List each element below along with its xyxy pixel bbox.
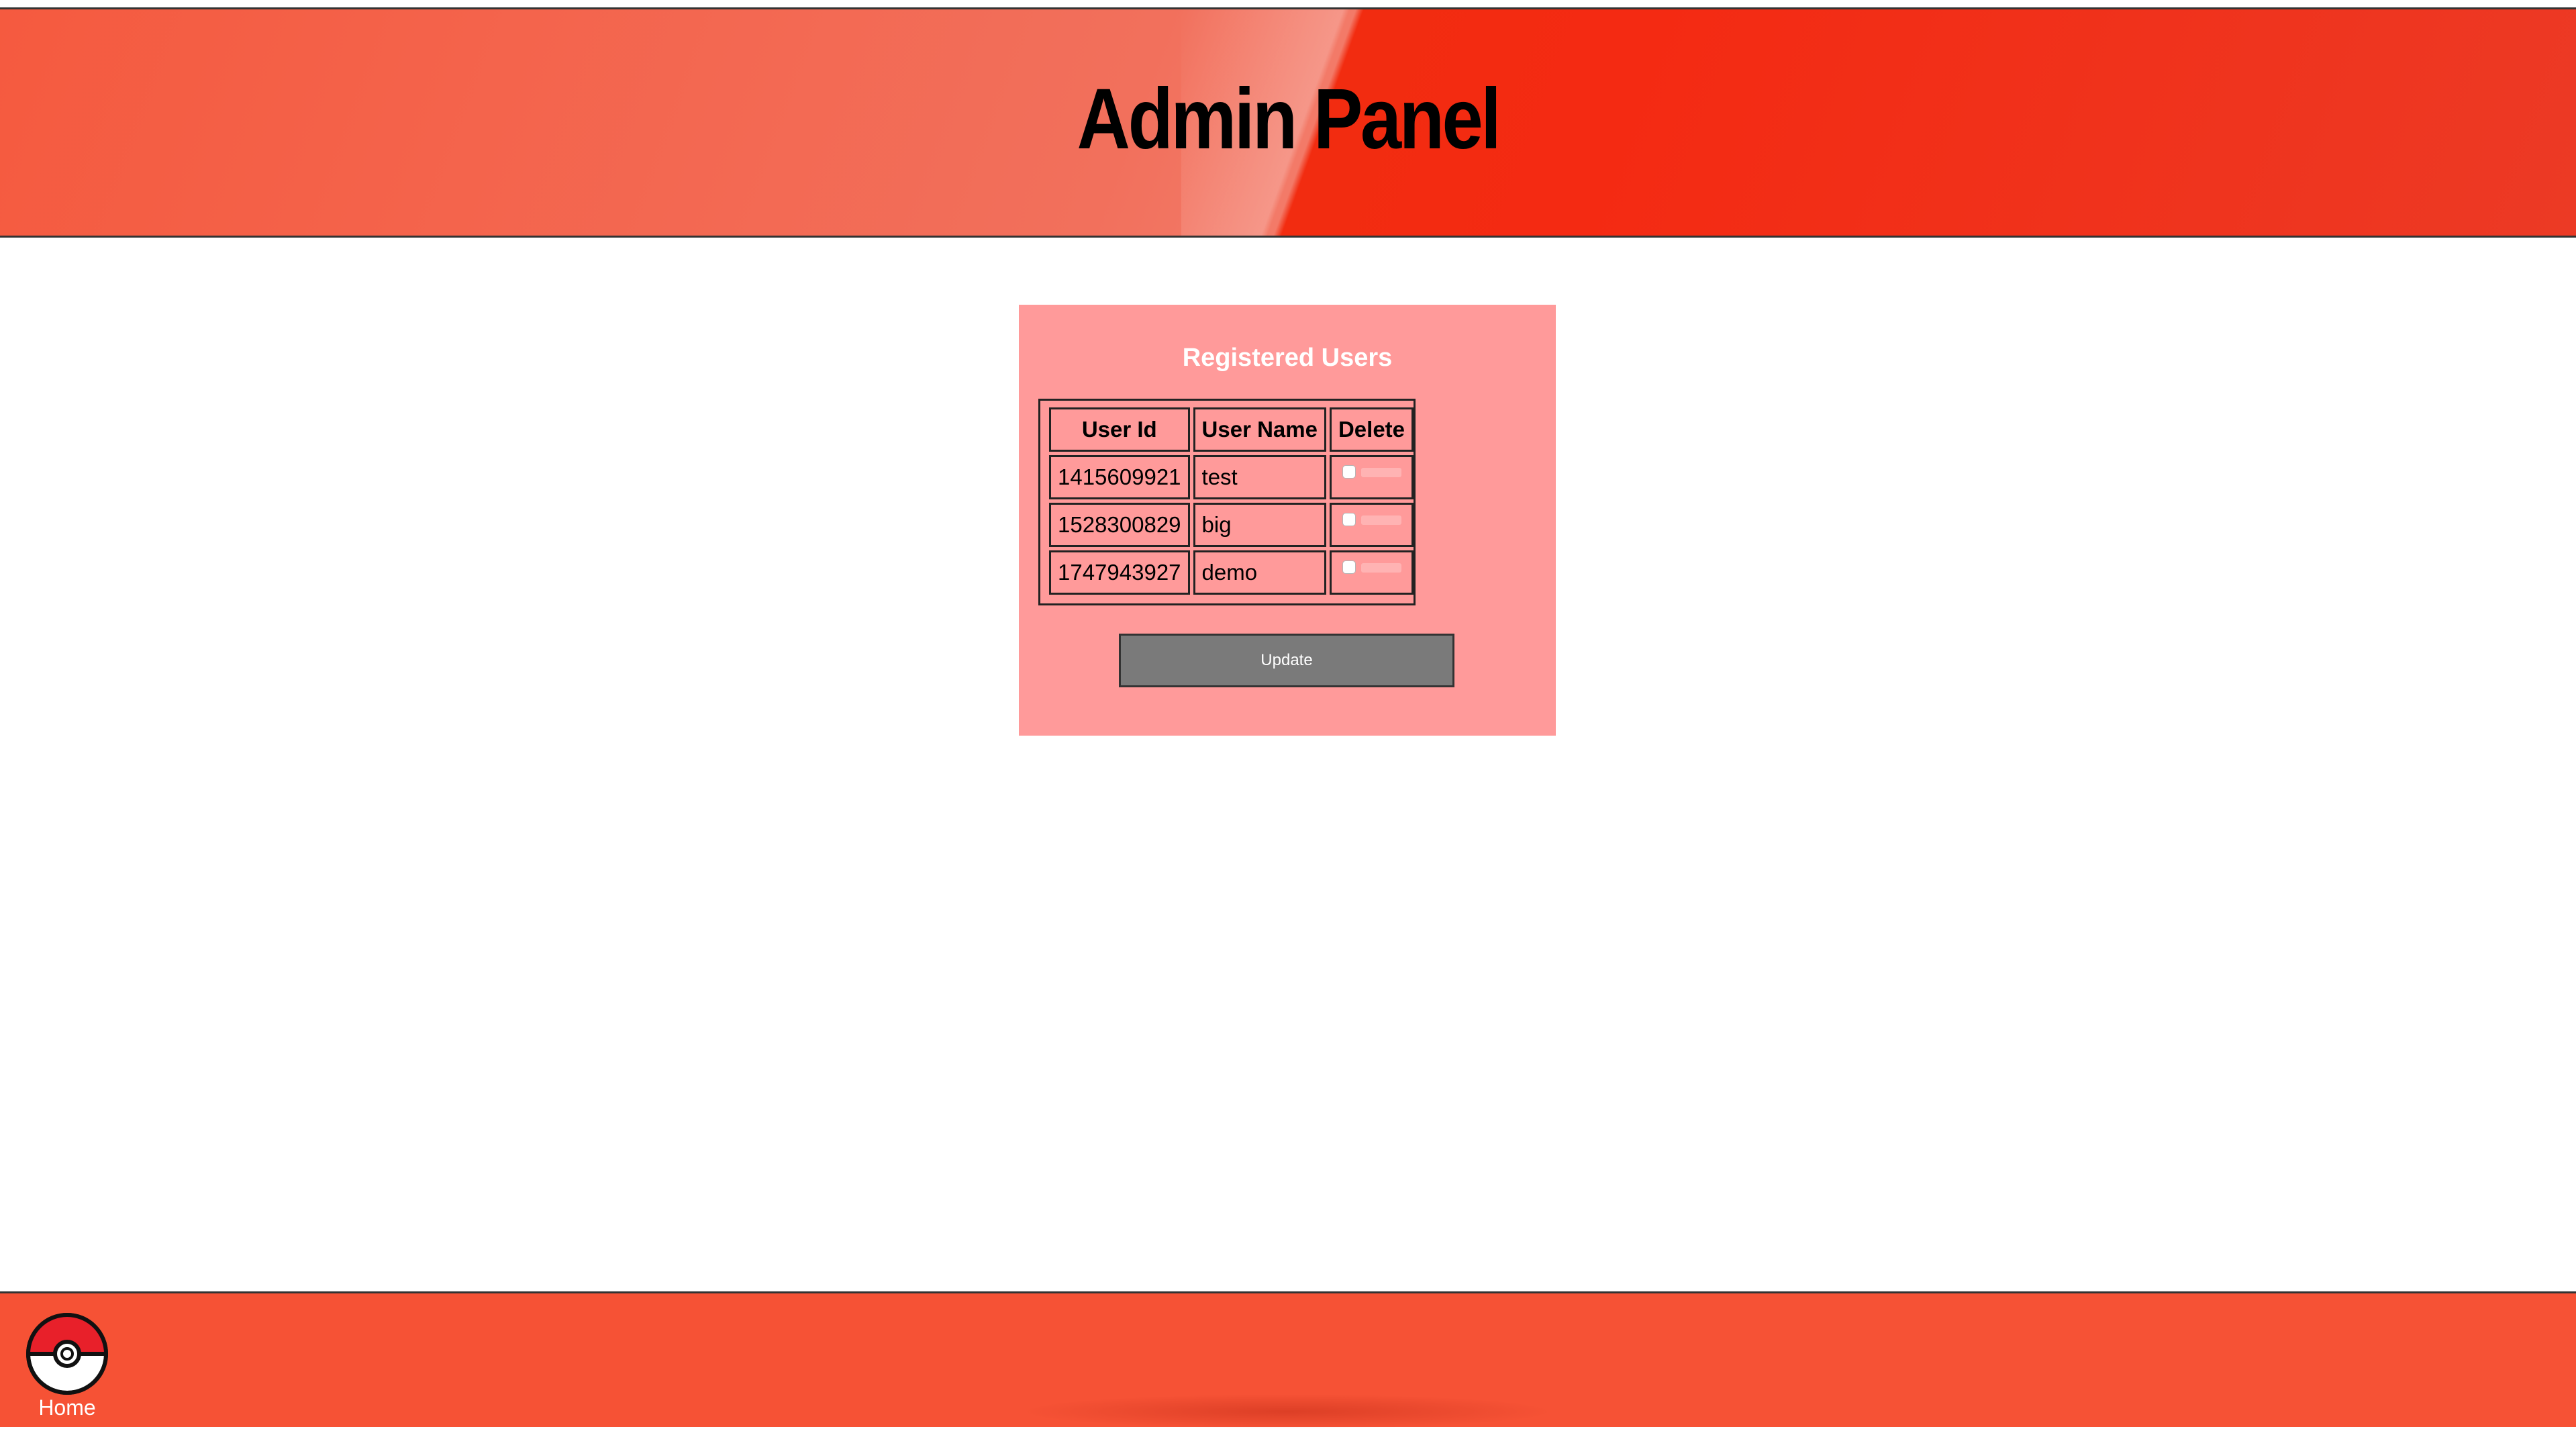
page-title: Admin Panel xyxy=(1077,71,1501,167)
column-header-user-id: User Id xyxy=(1049,407,1190,452)
user-name-cell: demo xyxy=(1193,550,1326,595)
delete-checkbox-ghost xyxy=(1360,515,1401,525)
delete-checkbox-ghost xyxy=(1360,563,1401,573)
user-id-cell: 1528300829 xyxy=(1049,503,1190,547)
home-link[interactable]: Home xyxy=(24,1311,110,1425)
user-id-cell: 1747943927 xyxy=(1049,550,1190,595)
table-row: 1528300829 big xyxy=(1049,503,1414,547)
users-table-frame: User Id User Name Delete 1415609921 test… xyxy=(1038,399,1416,605)
update-button[interactable]: Update xyxy=(1119,634,1454,687)
delete-cell xyxy=(1329,550,1414,595)
pokeball-icon xyxy=(26,1313,108,1395)
home-label: Home xyxy=(38,1395,96,1420)
user-name-cell: big xyxy=(1193,503,1326,547)
column-header-user-name: User Name xyxy=(1193,407,1326,452)
delete-checkbox[interactable] xyxy=(1342,513,1356,526)
table-row: 1415609921 test xyxy=(1049,455,1414,499)
delete-checkbox[interactable] xyxy=(1342,465,1356,479)
delete-checkbox[interactable] xyxy=(1342,560,1356,574)
column-header-delete: Delete xyxy=(1329,407,1414,452)
table-row: 1747943927 demo xyxy=(1049,550,1414,595)
registered-users-panel: Registered Users User Id User Name Delet… xyxy=(1019,305,1556,736)
delete-cell xyxy=(1329,455,1414,499)
panel-title: Registered Users xyxy=(1182,344,1393,372)
table-header-row: User Id User Name Delete xyxy=(1049,407,1414,452)
page-footer: Home xyxy=(0,1291,2576,1429)
footer-shadow xyxy=(1019,1394,1556,1429)
user-id-cell: 1415609921 xyxy=(1049,455,1190,499)
user-name-cell: test xyxy=(1193,455,1326,499)
delete-checkbox-ghost xyxy=(1360,468,1401,477)
delete-cell xyxy=(1329,503,1414,547)
users-table: User Id User Name Delete 1415609921 test… xyxy=(1046,404,1417,598)
top-strip xyxy=(0,0,2576,9)
page-header: Admin Panel xyxy=(0,9,2576,238)
